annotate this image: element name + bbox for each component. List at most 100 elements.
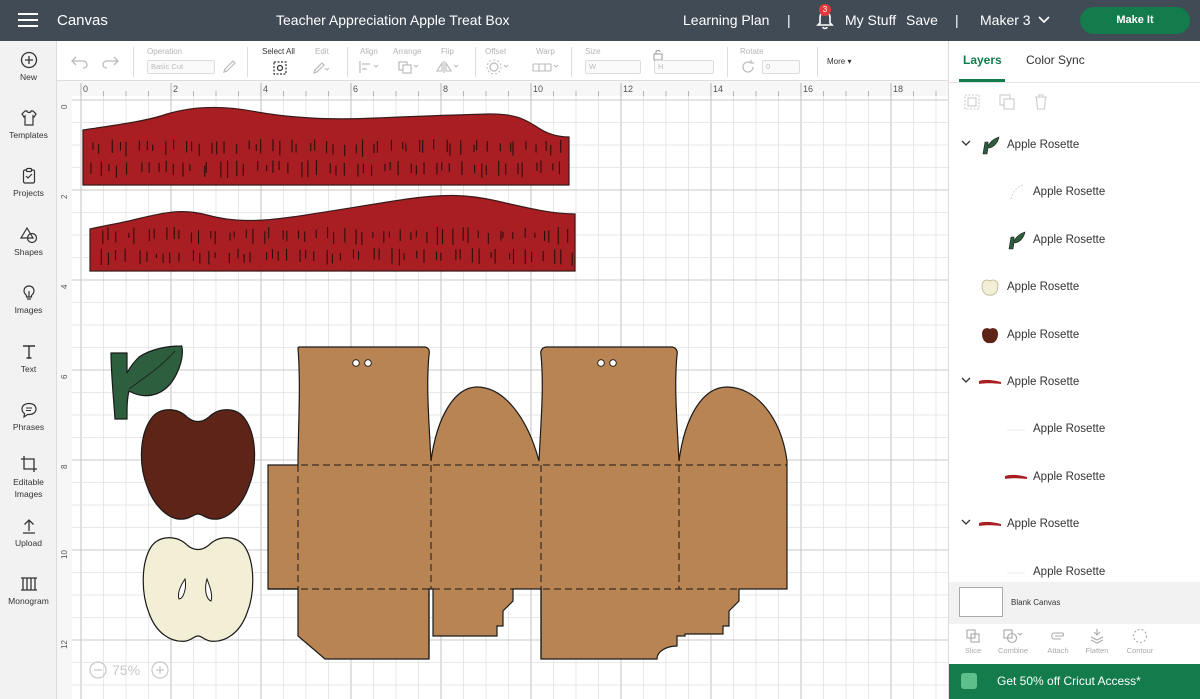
trash-icon[interactable] [1032, 93, 1050, 111]
sidebar-item-label: Templates [9, 130, 48, 140]
edit-label: Edit [315, 47, 329, 56]
ruler-label: 12 [623, 84, 633, 94]
text-icon [22, 345, 35, 359]
toolbar-divider [475, 47, 476, 77]
flip-icon[interactable] [435, 60, 461, 74]
layer-group-row[interactable]: Apple Rosette [949, 360, 1200, 406]
shirt-icon [20, 110, 37, 126]
sidebar-item-text[interactable]: Text [0, 343, 57, 374]
hamburger-icon[interactable] [18, 13, 38, 27]
more-button[interactable]: More ▾ [827, 57, 851, 66]
combine-label: Combine [997, 646, 1028, 655]
offset-icon[interactable] [485, 59, 511, 75]
warp-icon[interactable] [531, 60, 561, 74]
sidebar-item-shapes[interactable]: Shapes [0, 226, 57, 257]
slice-label: Slice [964, 646, 982, 655]
sidebar-item-upload[interactable]: Upload [0, 517, 57, 548]
width-field[interactable]: W [585, 60, 641, 74]
align-icon[interactable] [358, 60, 382, 74]
layer-thumbnail-icon [1005, 466, 1027, 488]
red-strip-top[interactable] [82, 106, 570, 186]
layer-row[interactable]: Apple Rosette [949, 455, 1200, 501]
layer-row[interactable]: Apple Rosette [949, 407, 1200, 453]
project-title[interactable]: Teacher Appreciation Apple Treat Box [276, 0, 509, 41]
my-stuff-link[interactable]: My Stuff [845, 0, 896, 41]
ruler-label: 0 [83, 84, 88, 94]
sidebar-item-new[interactable]: New [0, 51, 57, 82]
size-label: Size [585, 47, 601, 56]
upload-icon [22, 519, 35, 534]
layer-label: Apple Rosette [1007, 518, 1080, 531]
make-it-button[interactable]: Make It [1080, 7, 1190, 34]
sidebar-item-label: Monogram [8, 596, 49, 606]
machine-selector[interactable]: Maker 3 [980, 0, 1031, 41]
layer-group-row[interactable]: Apple Rosette [949, 502, 1200, 548]
apple-cream-shape[interactable] [142, 537, 254, 642]
sidebar-item-label: Phrases [12, 422, 45, 432]
chevron-down-icon[interactable] [961, 138, 971, 148]
tab-layers[interactable]: Layers [963, 53, 1002, 67]
operation-select[interactable]: Basic Cut [147, 60, 215, 74]
select-all-label: Select All [262, 47, 295, 56]
sidebar-item-projects[interactable]: Projects [0, 167, 57, 198]
combine-icon [1003, 629, 1023, 644]
ruler-label: 4 [60, 284, 69, 289]
save-button[interactable]: Save [906, 0, 938, 41]
access-icon [961, 673, 977, 689]
layer-group-row[interactable]: Apple Rosette [949, 123, 1200, 169]
paperclip-icon [1051, 632, 1065, 640]
layer-group-row[interactable]: Apple Rosette [949, 313, 1200, 359]
layer-label: Apple Rosette [1007, 328, 1080, 341]
blank-canvas-swatch[interactable] [959, 587, 1003, 617]
rotate-icon[interactable] [740, 59, 756, 75]
tab-color-sync[interactable]: Color Sync [1026, 53, 1085, 67]
toolbar-divider [727, 47, 728, 77]
ruler-label: 8 [60, 464, 69, 469]
attach-button[interactable]: Attach [1038, 628, 1078, 655]
sidebar-item-monogram[interactable]: Monogram [0, 575, 57, 606]
flatten-icon [1090, 629, 1104, 644]
speech-icon [20, 402, 37, 419]
plus-circle-icon [20, 51, 37, 69]
design-canvas[interactable]: 0 2 4 6 8 10 12 14 16 18024681012 75% [57, 81, 948, 699]
learning-plan-link[interactable]: Learning Plan [683, 0, 769, 41]
blank-canvas-row[interactable]: Blank Canvas [949, 582, 1200, 624]
flatten-button[interactable]: Flatten [1077, 628, 1117, 655]
sidebar-item-templates[interactable]: Templates [0, 109, 57, 140]
chevron-down-icon[interactable] [1037, 13, 1051, 27]
chevron-down-icon[interactable] [961, 375, 971, 385]
layer-label: Apple Rosette [1033, 565, 1106, 578]
rotate-field[interactable]: 0 [762, 60, 800, 74]
layer-thumbnail-icon [1005, 418, 1027, 440]
layer-thumbnail-icon [979, 134, 1001, 156]
redo-icon[interactable] [101, 55, 119, 69]
sidebar-item-phrases[interactable]: Phrases [0, 401, 57, 432]
crop-icon [20, 456, 37, 472]
duplicate-icon[interactable] [998, 93, 1016, 111]
group-icon[interactable] [963, 93, 981, 111]
attach-label: Attach [1047, 646, 1069, 655]
height-field[interactable]: H [654, 60, 714, 74]
sidebar-item-editable-images[interactable]: Editable Images [0, 455, 57, 500]
layer-label: Apple Rosette [1007, 281, 1080, 294]
slice-button[interactable]: Slice [953, 628, 993, 655]
ruler-label: 2 [173, 84, 178, 94]
edit-icon[interactable] [312, 60, 330, 76]
cricut-access-banner[interactable]: Get 50% off Cricut Access* [949, 664, 1200, 699]
toolbar-divider [571, 47, 572, 77]
sidebar-item-images[interactable]: Images [0, 284, 57, 315]
layer-label: Apple Rosette [1033, 233, 1106, 246]
combine-button[interactable]: Combine [993, 628, 1033, 655]
arrange-icon[interactable] [397, 60, 421, 74]
layer-row[interactable]: Apple Rosette [949, 218, 1200, 264]
select-all-icon[interactable] [272, 60, 288, 76]
layer-group-row[interactable]: Apple Rosette [949, 265, 1200, 311]
sidebar-item-label: Text [20, 364, 37, 374]
contour-button[interactable]: Contour [1120, 628, 1160, 655]
undo-icon[interactable] [71, 55, 89, 69]
chevron-down-icon[interactable] [961, 517, 971, 527]
apple-dark-shape[interactable] [140, 409, 256, 520]
pen-icon[interactable] [221, 59, 237, 75]
layer-row[interactable]: Apple Rosette [949, 170, 1200, 216]
ruler-label: 10 [60, 550, 69, 559]
